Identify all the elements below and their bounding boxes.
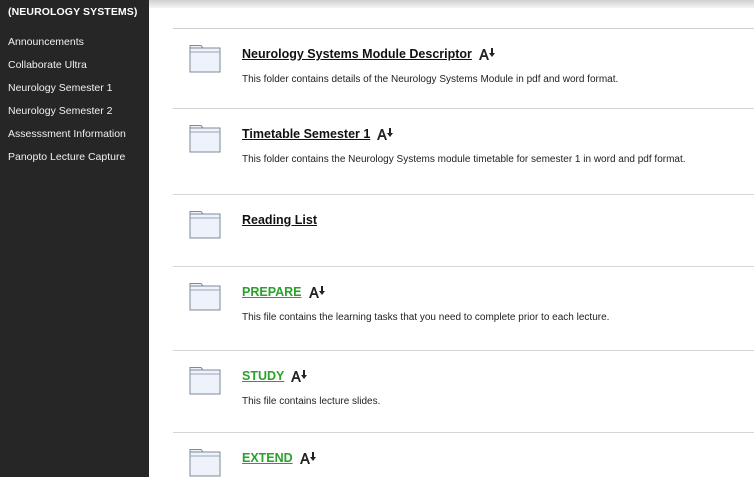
ally-download-icon[interactable]	[290, 369, 308, 383]
sidebar-item-panopto-lecture-capture[interactable]: Panopto Lecture Capture	[0, 152, 149, 175]
folder-icon	[189, 367, 221, 395]
sidebar-item-neurology-semester-1[interactable]: Neurology Semester 1	[0, 83, 149, 106]
item-title-row: Neurology Systems Module Descriptor	[242, 46, 496, 62]
content-item-reading-list: Reading List	[173, 195, 754, 267]
course-title: (NEUROLOGY SYSTEMS)	[8, 6, 138, 18]
content-item-prepare: PREPARE This file contains the learning …	[173, 267, 754, 351]
item-title-link[interactable]: Reading List	[242, 213, 317, 227]
item-description: This folder contains the Neurology Syste…	[242, 154, 686, 165]
item-title-row: Reading List	[242, 212, 317, 228]
item-title-row: Timetable Semester 1	[242, 126, 394, 142]
sidebar-item-neurology-semester-2[interactable]: Neurology Semester 2	[0, 106, 149, 129]
sidebar-item-collaborate-ultra[interactable]: Collaborate Ultra	[0, 60, 149, 83]
folder-icon	[189, 211, 221, 239]
item-title-link[interactable]: PREPARE	[242, 285, 302, 299]
course-sidebar: (NEUROLOGY SYSTEMS) Announcements Collab…	[0, 0, 149, 477]
item-description: This file contains the learning tasks th…	[242, 312, 610, 323]
ally-download-icon[interactable]	[478, 47, 496, 61]
folder-icon	[189, 283, 221, 311]
content-item-timetable-semester-1: Timetable Semester 1 This folder contain…	[173, 109, 754, 195]
item-title-link[interactable]: Timetable Semester 1	[242, 127, 370, 141]
ally-download-icon[interactable]	[299, 451, 317, 465]
item-title-row: EXTEND	[242, 450, 317, 466]
ally-download-icon[interactable]	[376, 127, 394, 141]
course-menu: Announcements Collaborate Ultra Neurolog…	[0, 37, 149, 175]
folder-icon	[189, 45, 221, 73]
item-description: This folder contains details of the Neur…	[242, 74, 619, 85]
item-title-link[interactable]: EXTEND	[242, 451, 293, 465]
item-title-row: STUDY	[242, 368, 308, 384]
sidebar-item-announcements[interactable]: Announcements	[0, 37, 149, 60]
content-item-study: STUDY This file contains lecture slides.	[173, 351, 754, 433]
main-content-area: Neurology Systems Module Descriptor This…	[149, 0, 754, 477]
item-title-row: PREPARE	[242, 284, 326, 300]
content-top-shadow	[149, 0, 754, 8]
ally-download-icon[interactable]	[308, 285, 326, 299]
folder-icon	[189, 125, 221, 153]
item-description: This file contains lecture slides.	[242, 396, 381, 407]
item-title-link[interactable]: Neurology Systems Module Descriptor	[242, 47, 472, 61]
content-list: Neurology Systems Module Descriptor This…	[173, 28, 754, 477]
content-item-module-descriptor: Neurology Systems Module Descriptor This…	[173, 29, 754, 109]
item-title-link[interactable]: STUDY	[242, 369, 284, 383]
folder-icon	[189, 449, 221, 477]
content-item-extend: EXTEND	[173, 433, 754, 477]
sidebar-item-assessment-information[interactable]: Assesssment Information	[0, 129, 149, 152]
